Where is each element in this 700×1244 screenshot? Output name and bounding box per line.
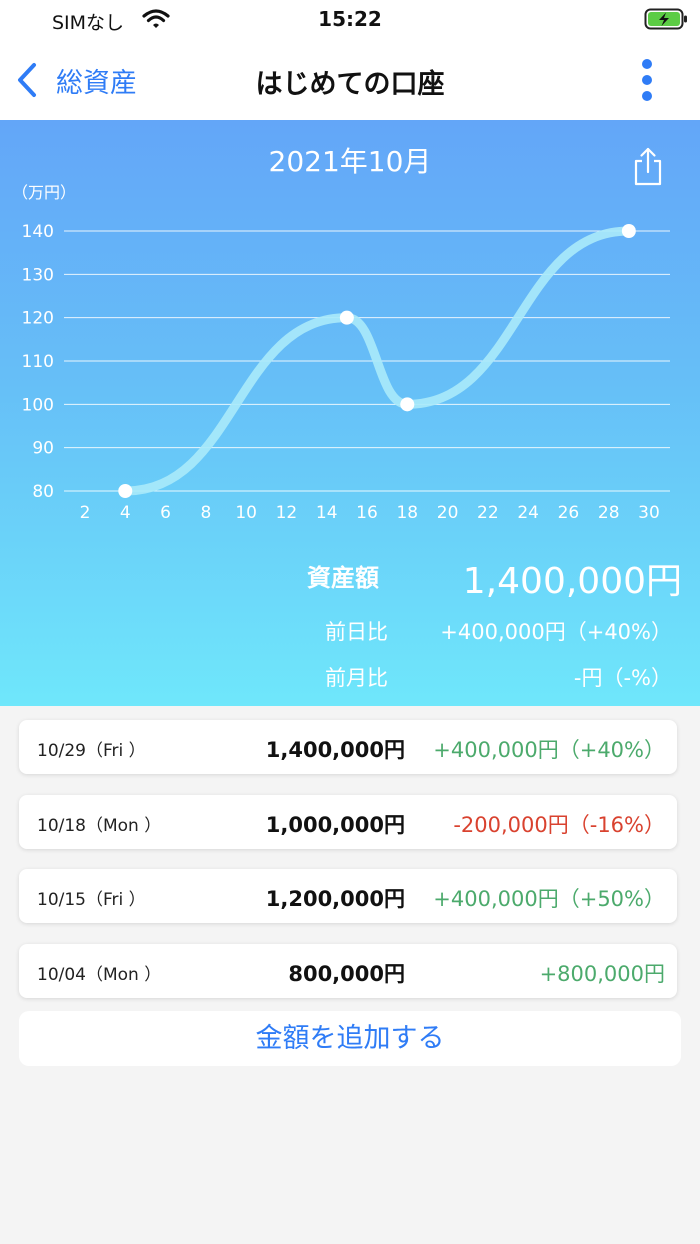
entry-date: 10/18（Mon ） (37, 816, 162, 836)
x-tick-label: 26 (558, 503, 580, 523)
y-tick-label: 90 (32, 439, 54, 459)
x-tick-label: 30 (638, 503, 660, 523)
x-tick-label: 6 (160, 503, 171, 523)
y-tick-label: 130 (22, 265, 54, 285)
asset-amount-label: 資産額 (307, 564, 379, 592)
entry-amount: 1,400,000円 (265, 738, 405, 762)
day-change-label: 前日比 (325, 620, 388, 644)
month-change-value: -円（-%） (573, 666, 672, 690)
x-tick-label: 16 (356, 503, 378, 523)
y-tick-label: 110 (22, 352, 54, 372)
entry-change: +800,000円 (539, 962, 665, 986)
entry-date: 10/04（Mon ） (37, 965, 162, 985)
x-tick-label: 2 (80, 503, 91, 523)
x-tick-label: 12 (276, 503, 298, 523)
entry-date: 10/29（Fri ） (37, 741, 146, 761)
entry-amount: 800,000円 (288, 962, 405, 986)
x-tick-label: 8 (200, 503, 211, 523)
x-tick-label: 14 (316, 503, 338, 523)
list-item[interactable]: 10/18（Mon ） 1,000,000円 -200,000円（-16%） (19, 795, 677, 849)
battery-charging-icon (644, 8, 687, 30)
y-tick-label: 100 (22, 395, 54, 415)
chart-area: （万円） 140 130 120 110 100 90 80 2 4 6 8 10 12 14 16 18 20 2… (0, 120, 700, 706)
x-tick-label: 18 (396, 503, 418, 523)
day-change-value: +400,000円（+40%） (440, 620, 672, 644)
nav-bar: 総資産 はじめての口座 (0, 40, 700, 120)
status-bar: SIMなし 15:22 (0, 0, 700, 40)
add-amount-button[interactable]: 金額を追加する (19, 1011, 681, 1066)
entry-date: 10/15（Fri ） (37, 890, 146, 910)
data-point (400, 397, 415, 412)
entry-amount: 1,200,000円 (265, 887, 405, 911)
x-tick-label: 22 (477, 503, 499, 523)
y-tick-label: 120 (22, 309, 54, 329)
entry-change: -200,000円（-16%） (453, 813, 665, 837)
data-point (339, 310, 354, 325)
more-vertical-icon[interactable] (632, 58, 662, 102)
asset-line-chart: （万円）14013012011010090802 4 6 8 10 12 14 16 18 20 2… (12, 183, 670, 523)
entry-change: +400,000円（+40%） (433, 738, 665, 762)
share-icon[interactable] (632, 146, 664, 186)
page-title: はじめての口座 (255, 69, 445, 100)
x-tick-label: 10 (235, 503, 257, 523)
chart-month-title: 2021年10月 (268, 145, 432, 178)
data-point (118, 484, 133, 498)
x-tick-label: 28 (598, 503, 620, 523)
list-item[interactable]: 10/15（Fri ） 1,200,000円 +400,000円（+50%） (19, 869, 677, 923)
x-tick-label: 4 (120, 503, 131, 523)
month-change-label: 前月比 (325, 666, 388, 690)
status-time: 15:22 (318, 7, 382, 31)
y-axis-unit-label: （万円） (12, 183, 76, 202)
asset-amount-value: 1,400,000円 (462, 561, 682, 602)
entry-change: +400,000円（+50%） (433, 887, 665, 911)
x-tick-label: 20 (437, 503, 459, 523)
entry-amount: 1,000,000円 (265, 813, 405, 837)
list-item[interactable]: 10/29（Fri ） 1,400,000円 +400,000円（+40%） (19, 720, 677, 774)
list-item[interactable]: 10/04（Mon ） 800,000円 +800,000円 (19, 944, 677, 998)
y-tick-label: 140 (22, 222, 54, 242)
y-tick-label: 80 (32, 482, 54, 502)
x-tick-label: 24 (517, 503, 539, 523)
data-point (621, 224, 636, 238)
